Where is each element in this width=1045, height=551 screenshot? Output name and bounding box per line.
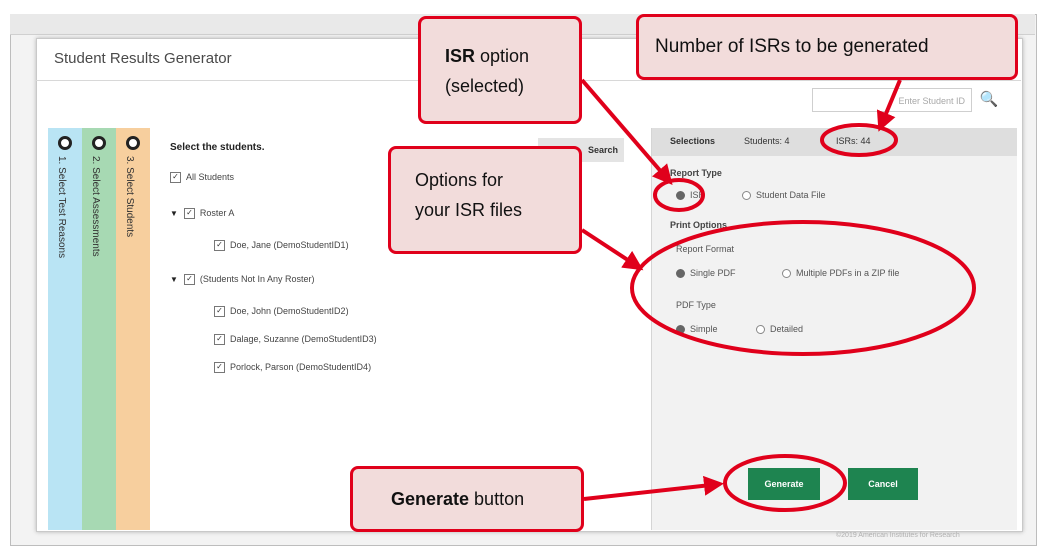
roster-row[interactable]: ▼ ✓ Roster A	[170, 208, 235, 220]
checkbox-icon[interactable]: ✓	[214, 334, 225, 346]
step-label: 2. Select Assessments	[90, 156, 101, 257]
callout-options-line2: your ISR files	[415, 200, 523, 220]
single-pdf-radio[interactable]: Single PDF	[676, 268, 736, 279]
all-students-label: All Students	[186, 172, 235, 182]
students-count: Students: 4	[744, 136, 790, 146]
search-icon[interactable]: 🔍	[978, 88, 1000, 112]
checkbox-icon[interactable]: ✓	[214, 240, 225, 252]
step-select-assessments[interactable]: 2. Select Assessments	[82, 128, 116, 530]
dialog-title: Student Results Generator	[54, 50, 232, 67]
step-label: 3. Select Students	[124, 156, 135, 238]
callout-isr-bold: ISR	[445, 46, 476, 66]
tab-selections[interactable]: Selections	[670, 136, 715, 146]
single-pdf-label: Single PDF	[690, 268, 736, 278]
checkbox-icon[interactable]: ✓	[183, 208, 195, 220]
selections-tab-bar: Selections Students: 4 ISRs: 44	[652, 128, 1017, 156]
caret-down-icon[interactable]: ▼	[170, 275, 178, 284]
student-data-file-radio[interactable]: Student Data File	[742, 190, 826, 201]
radio-icon	[782, 269, 791, 279]
checkbox-icon[interactable]: ✓	[170, 172, 181, 184]
callout-generate-rest: button	[469, 489, 525, 509]
roster-row[interactable]: ▼ ✓ (Students Not In Any Roster)	[170, 274, 315, 286]
callout-isr-file-options: Options for your ISR files	[388, 146, 582, 254]
cancel-button[interactable]: Cancel	[848, 468, 918, 500]
step-circle-icon	[92, 136, 106, 150]
caret-down-icon[interactable]: ▼	[170, 209, 178, 218]
selections-panel: Selections Students: 4 ISRs: 44 Report T…	[651, 128, 1017, 530]
simple-label: Simple	[690, 324, 718, 334]
student-row[interactable]: ✓ Doe, Jane (DemoStudentID1)	[214, 240, 349, 252]
student-label: Doe, Jane (DemoStudentID1)	[230, 240, 349, 250]
detailed-radio[interactable]: Detailed	[756, 324, 804, 335]
callout-isr-rest: option	[475, 46, 530, 66]
roster-label: Roster A	[199, 208, 235, 218]
checkbox-icon[interactable]: ✓	[183, 274, 195, 286]
step-select-students[interactable]: 3. Select Students	[116, 128, 150, 530]
callout-number-of-isrs: Number of ISRs to be generated	[636, 14, 1018, 80]
student-row[interactable]: ✓ Doe, John (DemoStudentID2)	[214, 306, 349, 318]
student-id-search-input[interactable]: Enter Student ID	[812, 88, 972, 112]
generate-button[interactable]: Generate	[748, 468, 820, 500]
checkbox-icon[interactable]: ✓	[214, 362, 225, 374]
radio-selected-icon	[676, 191, 685, 201]
footer-copyright: ©2019 American Institutes for Research	[836, 532, 960, 539]
student-row[interactable]: ✓ Dalage, Suzanne (DemoStudentID3)	[214, 334, 377, 346]
step-circle-icon	[58, 136, 72, 150]
radio-icon	[742, 191, 751, 201]
checkbox-icon[interactable]: ✓	[214, 306, 225, 318]
all-students-row[interactable]: ✓ All Students	[170, 172, 235, 184]
step-circle-icon	[126, 136, 140, 150]
multiple-pdfs-radio[interactable]: Multiple PDFs in a ZIP file	[782, 268, 900, 279]
isrs-count: ISRs: 44	[836, 136, 871, 146]
radio-selected-icon	[676, 325, 685, 335]
callout-isr-line2: (selected)	[445, 76, 525, 96]
student-label: Doe, John (DemoStudentID2)	[230, 306, 349, 316]
callout-generate-button: Generate button	[350, 466, 584, 532]
print-options-label: Print Options	[670, 220, 727, 230]
callout-isr-option: ISR option (selected)	[418, 16, 582, 124]
simple-radio[interactable]: Simple	[676, 324, 718, 335]
callout-options-line1: Options for	[415, 170, 504, 190]
report-type-label: Report Type	[670, 168, 722, 178]
callout-generate-bold: Generate	[391, 489, 470, 509]
pdf-type-label: PDF Type	[676, 300, 716, 310]
detailed-label: Detailed	[770, 324, 804, 334]
student-row[interactable]: ✓ Porlock, Parson (DemoStudentID4)	[214, 362, 372, 374]
student-data-file-label: Student Data File	[756, 190, 826, 200]
isr-radio-label: ISR	[690, 190, 706, 200]
step-select-test-reasons[interactable]: 1. Select Test Reasons	[48, 128, 82, 530]
radio-icon	[756, 325, 765, 335]
students-heading: Select the students.	[170, 142, 265, 153]
isr-radio[interactable]: ISR	[676, 190, 706, 201]
step-label: 1. Select Test Reasons	[56, 156, 67, 259]
report-format-label: Report Format	[676, 244, 735, 254]
student-label: Dalage, Suzanne (DemoStudentID3)	[230, 334, 377, 344]
multiple-pdfs-label: Multiple PDFs in a ZIP file	[796, 268, 900, 278]
roster-label: (Students Not In Any Roster)	[199, 274, 315, 284]
student-label: Porlock, Parson (DemoStudentID4)	[230, 362, 372, 372]
radio-selected-icon	[676, 269, 685, 279]
